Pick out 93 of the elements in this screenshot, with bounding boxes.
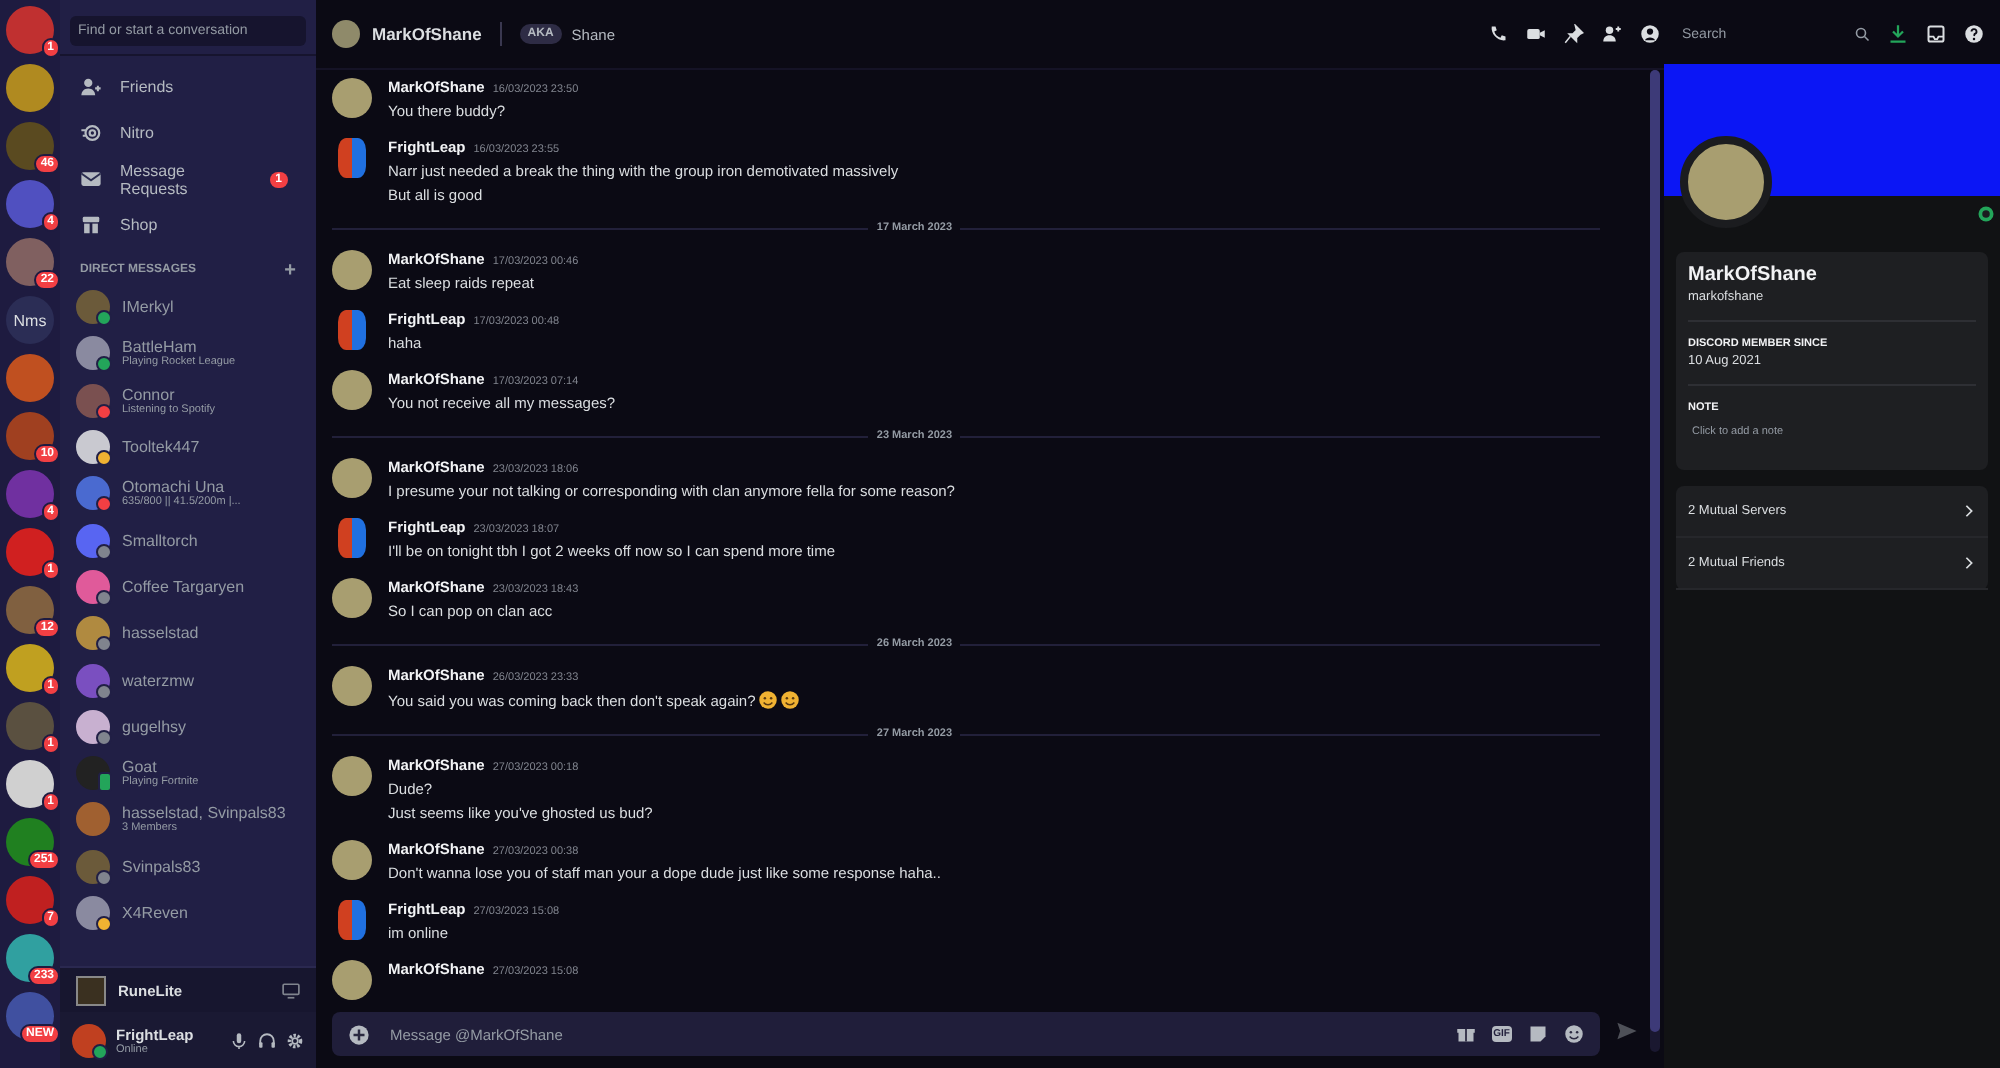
dm-item[interactable]: IMerkyl xyxy=(68,284,308,331)
dm-name: Connor xyxy=(122,385,177,404)
add-friend-icon[interactable] xyxy=(1602,24,1622,44)
avatar xyxy=(338,138,366,178)
nitro-icon xyxy=(80,122,102,144)
profile-avatar xyxy=(1680,136,1772,228)
avatar xyxy=(338,900,366,940)
avatar xyxy=(332,840,372,880)
dm-item[interactable]: X4Reven xyxy=(68,889,308,937)
dm-name: Svinpals83 xyxy=(122,857,201,876)
pin-icon[interactable] xyxy=(1564,24,1584,44)
dm-name: gugelhsy xyxy=(122,717,187,736)
headphones-icon[interactable] xyxy=(258,1031,276,1049)
dm-name: BattleHam xyxy=(122,338,199,357)
dm-name: Otomachi Una xyxy=(122,478,227,497)
avatar xyxy=(332,20,360,48)
server-icon[interactable] xyxy=(6,586,54,634)
server-icon[interactable]: Nms xyxy=(6,296,54,344)
avatar xyxy=(76,616,110,651)
avatar xyxy=(76,849,110,884)
add-dm-button[interactable]: + xyxy=(284,264,296,278)
chevron-right-icon xyxy=(1962,556,1976,570)
chevron-right-icon xyxy=(1962,504,1976,518)
help-icon[interactable] xyxy=(1964,24,1984,44)
chat-title: MarkOfShane xyxy=(372,24,482,44)
sticker-icon[interactable] xyxy=(1528,1024,1548,1044)
dm-name: Smalltorch xyxy=(122,531,198,550)
download-icon[interactable] xyxy=(1888,24,1908,44)
microphone-icon[interactable] xyxy=(230,1031,248,1049)
profile-name: MarkOfShane xyxy=(1688,264,1819,286)
scrollbar[interactable] xyxy=(1650,70,1660,1052)
server-icon[interactable] xyxy=(6,238,54,286)
avatar xyxy=(76,336,110,371)
avatar xyxy=(332,458,372,498)
dm-item[interactable]: Coffee Targaryen xyxy=(68,563,308,611)
monitor-icon[interactable] xyxy=(282,981,300,999)
server-icon[interactable] xyxy=(6,760,54,808)
search-icon xyxy=(1854,26,1870,42)
dm-name: IMerkyl xyxy=(122,298,174,317)
avatar xyxy=(332,370,372,410)
dm-name: waterzmw xyxy=(122,671,195,690)
dm-item[interactable]: Smalltorch xyxy=(68,516,308,564)
avatar xyxy=(332,250,372,290)
nav-item[interactable]: Friends xyxy=(68,64,308,110)
dm-item[interactable]: waterzmw xyxy=(68,656,308,704)
inbox-icon[interactable] xyxy=(1926,24,1946,44)
server-icon[interactable] xyxy=(6,818,54,866)
add-attachment-icon[interactable] xyxy=(348,1023,370,1045)
avatar xyxy=(76,709,110,744)
dm-item[interactable]: Svinpals83 xyxy=(68,843,308,890)
server-icon[interactable] xyxy=(6,122,54,170)
avatar xyxy=(76,476,110,511)
shop-icon xyxy=(80,214,102,236)
avatar xyxy=(332,578,372,618)
avatar xyxy=(332,756,372,796)
avatar xyxy=(76,569,110,604)
dm-item[interactable]: Tooltek447 xyxy=(68,423,308,471)
avatar xyxy=(76,383,110,418)
settings-icon[interactable] xyxy=(286,1031,304,1049)
avatar xyxy=(332,78,372,118)
avatar xyxy=(76,523,110,558)
server-icon[interactable] xyxy=(6,412,54,460)
nav-item[interactable]: Shop xyxy=(68,202,308,248)
emoji-picker-icon[interactable] xyxy=(1564,1024,1584,1044)
avatar xyxy=(332,666,372,706)
avatar xyxy=(76,430,110,465)
phone-icon[interactable] xyxy=(1488,24,1508,44)
server-icon[interactable] xyxy=(6,934,54,982)
send-icon[interactable] xyxy=(1616,1020,1638,1042)
avatar xyxy=(338,310,366,350)
dm-name: Tooltek447 xyxy=(122,438,200,457)
dm-name: hasselstad xyxy=(122,624,199,643)
avatar xyxy=(332,960,372,1000)
dm-item[interactable]: gugelhsy xyxy=(68,703,308,750)
avatar xyxy=(338,518,366,558)
avatar xyxy=(76,663,110,698)
avatar xyxy=(76,802,110,837)
video-camera-icon[interactable] xyxy=(1526,24,1546,44)
gift-icon[interactable] xyxy=(1455,1024,1476,1044)
avatar xyxy=(76,896,110,930)
envelope-icon xyxy=(80,168,102,190)
server-icon[interactable] xyxy=(6,644,54,692)
avatar xyxy=(76,290,110,325)
nav-item[interactable]: Nitro xyxy=(68,110,308,156)
profile-icon[interactable] xyxy=(1640,24,1660,44)
dm-item[interactable]: hasselstad xyxy=(68,610,308,657)
app-logo-icon xyxy=(76,975,106,1005)
dm-name: Goat xyxy=(122,758,157,777)
dm-name: hasselstad, Svinpals83 xyxy=(122,804,286,823)
dm-name: X4Reven xyxy=(122,904,188,922)
people-icon xyxy=(80,76,102,98)
dm-name: Coffee Targaryen xyxy=(122,577,245,596)
avatar[interactable] xyxy=(72,1023,106,1057)
